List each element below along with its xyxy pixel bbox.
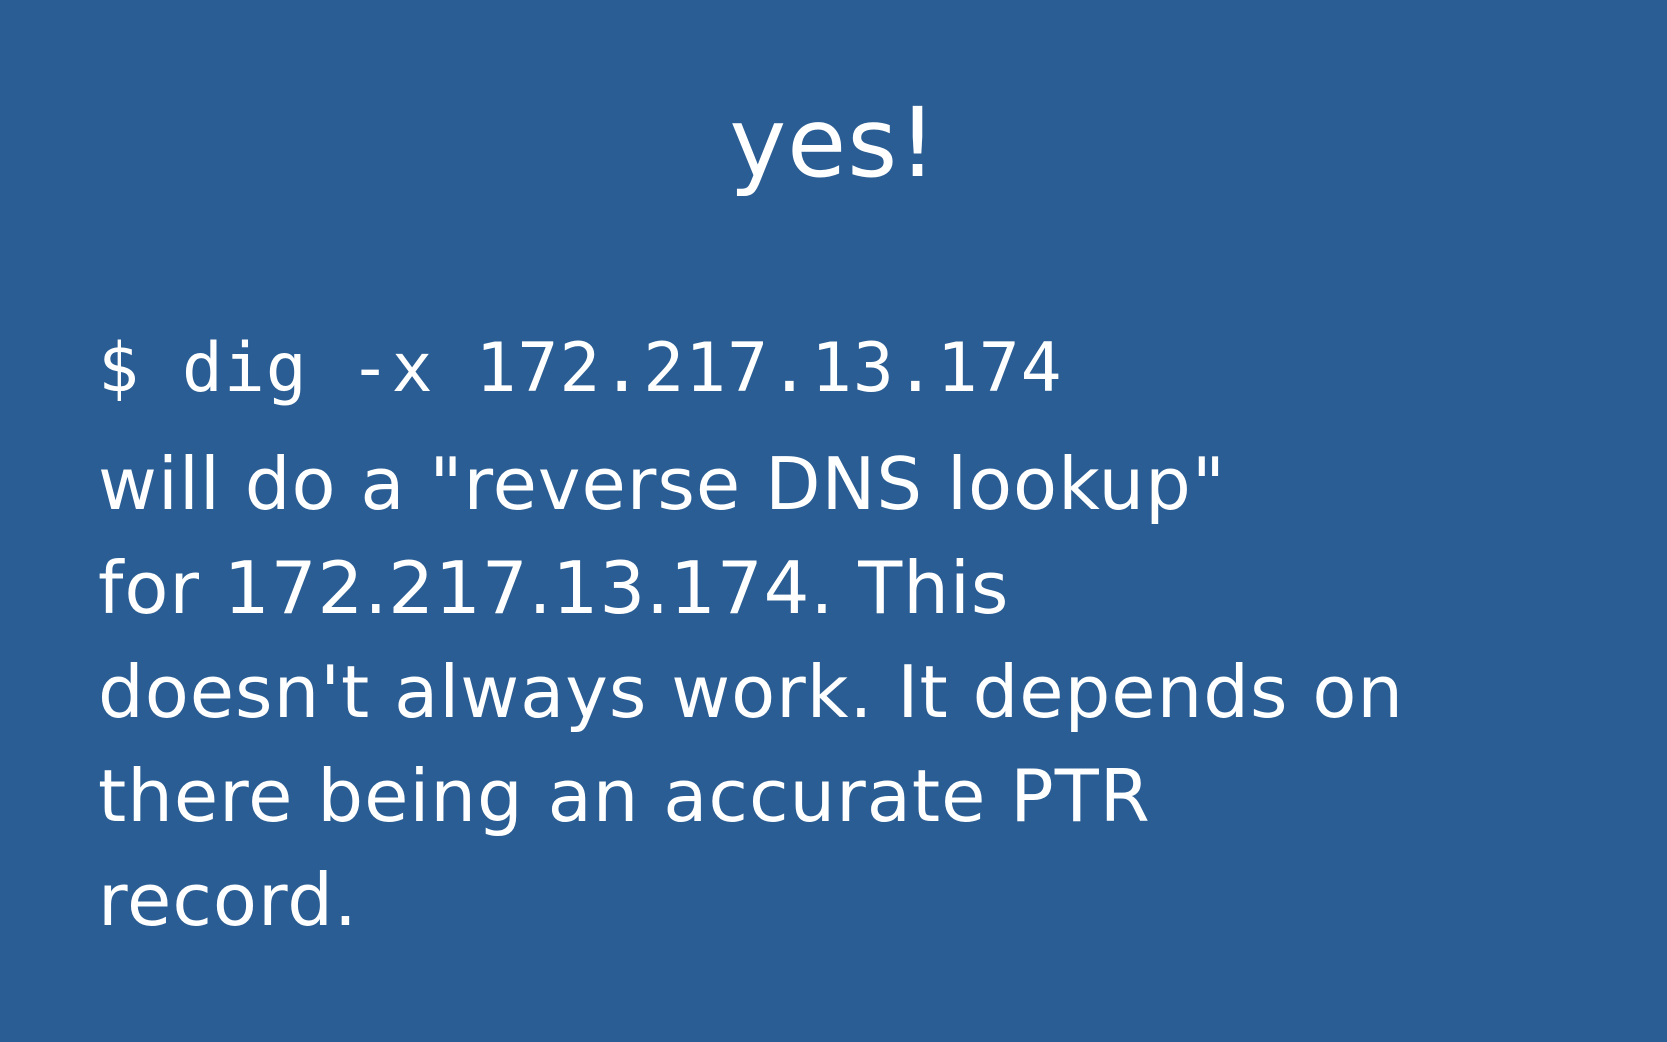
explanation-line-3: doesn't always work. It depends on — [98, 650, 1405, 734]
slide: yes! $ dig -x 172.217.13.174 will do a "… — [0, 0, 1667, 1042]
slide-title: yes! — [729, 87, 938, 199]
command-line: $ dig -x 172.217.13.174 — [98, 329, 1063, 408]
explanation-line-4: there being an accurate PTR — [98, 754, 1151, 838]
explanation-line-2: for 172.217.13.174. This — [98, 546, 1010, 630]
explanation-line-1: will do a "reverse DNS lookup" — [98, 442, 1226, 526]
explanation-text: will do a "reverse DNS lookup" for 172.2… — [98, 432, 1618, 952]
explanation-line-5: record. — [98, 858, 358, 942]
